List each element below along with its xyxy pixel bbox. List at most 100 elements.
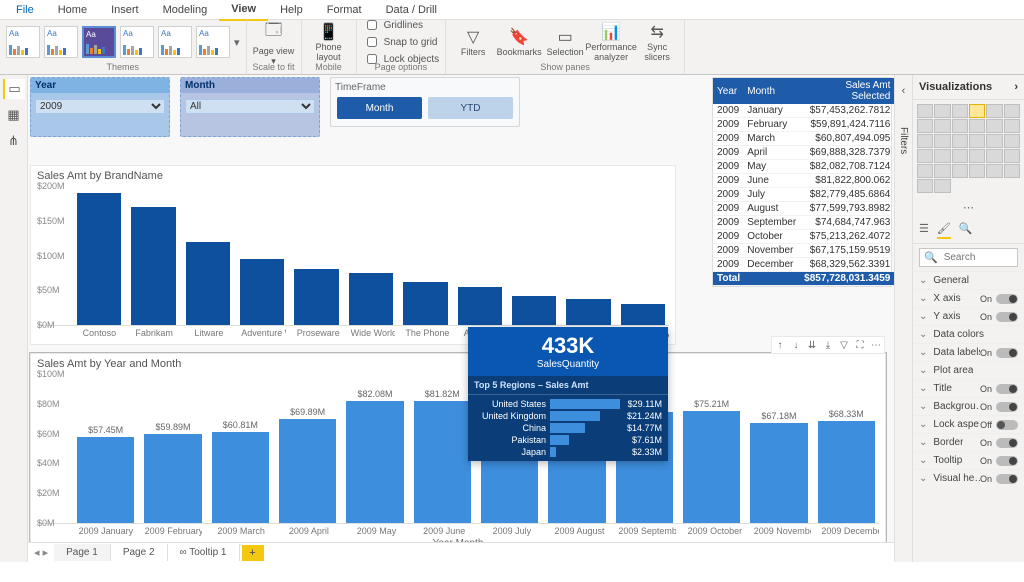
format-group[interactable]: ⌄General [913,271,1024,289]
chart-year-month[interactable]: ↑ ↓ ⇊ ⤓ ▽ ⛶ ⋯ Sales Amt by Year and Mont… [30,353,886,553]
phone-layout-button[interactable]: 📱Phone layout [308,22,350,62]
data-view-icon[interactable]: ▦ [3,105,25,125]
tab-view[interactable]: View [219,0,268,21]
format-group[interactable]: ⌄Backgrou…On [913,397,1024,415]
table-row[interactable]: 2009February$59,891,424.7116 [713,118,894,132]
bar[interactable] [294,269,338,325]
fields-tab-icon[interactable]: ☰ [919,222,929,239]
table-row[interactable]: 2009October$75,213,262.4072 [713,230,894,244]
table-row[interactable]: 2009June$81,822,800.062 [713,174,894,188]
bar[interactable] [512,296,556,325]
bar[interactable]: $67.18M [750,423,807,523]
bar[interactable] [240,259,284,325]
bookmarks-pane-button[interactable]: 🔖Bookmarks [498,22,540,62]
table-row[interactable]: 2009December$68,329,562.3391 [713,258,894,272]
viz-type-icon[interactable] [934,164,950,178]
viz-type-icon[interactable] [986,134,1002,148]
theme-swatch-selected[interactable]: Aa [82,26,116,58]
tab-home[interactable]: Home [46,0,99,20]
table-row[interactable]: 2009January$57,453,262.7812 [713,104,894,118]
report-canvas[interactable]: Year 2009 Month All TimeFrame Month YTD … [28,75,894,562]
bar[interactable]: $57.45M [77,437,134,523]
viz-type-icon[interactable] [986,149,1002,163]
bar[interactable] [349,273,393,325]
timeframe-ytd-button[interactable]: YTD [428,97,513,119]
filter-icon[interactable]: ▽ [837,338,851,352]
viz-type-icon[interactable] [986,119,1002,133]
viz-type-icon[interactable] [969,164,985,178]
col-year[interactable]: Year [713,78,743,104]
timeframe-selector[interactable]: TimeFrame Month YTD [330,77,520,127]
analytics-tab-icon[interactable]: 🔍 [959,222,973,239]
viz-type-icon[interactable] [917,119,933,133]
format-group[interactable]: ⌄TitleOn [913,379,1024,397]
theme-swatch[interactable]: Aa [44,26,78,58]
table-row[interactable]: 2009August$77,599,793.8982 [713,202,894,216]
expand-filters-icon[interactable]: ‹ [902,85,906,97]
slicer-month-select[interactable]: All [185,99,315,114]
table-row[interactable]: 2009November$67,175,159.9519 [713,244,894,258]
table-row[interactable]: 2009March$60,807,494.095 [713,132,894,146]
viz-type-icon[interactable] [934,104,950,118]
tab-file[interactable]: File [4,0,46,20]
tab-modeling[interactable]: Modeling [151,0,220,20]
format-tab-icon[interactable]: 🖌 [937,222,951,239]
bar[interactable] [186,242,230,325]
add-page-button[interactable]: + [242,545,264,561]
format-group[interactable]: ⌄Plot area [913,361,1024,379]
viz-type-icon[interactable] [969,104,985,118]
viz-type-icon[interactable] [1004,164,1020,178]
format-group[interactable]: ⌄BorderOn [913,433,1024,451]
viz-type-icon[interactable] [934,179,950,193]
drill-through-icon[interactable]: ⤓ [821,338,835,352]
format-group[interactable]: ⌄X axisOn [913,289,1024,307]
bar[interactable]: $75.21M [683,411,740,523]
viz-type-icon[interactable] [1004,149,1020,163]
bar[interactable] [566,299,610,325]
viz-type-icon[interactable] [917,104,933,118]
selection-pane-button[interactable]: ▭Selection [544,22,586,62]
viz-type-icon[interactable] [952,119,968,133]
slicer-year[interactable]: Year 2009 [30,77,170,137]
filters-pane-button[interactable]: ▽Filters [452,22,494,62]
bar[interactable]: $68.33M [818,421,875,523]
viz-type-icon[interactable] [934,119,950,133]
viz-type-icon[interactable] [969,119,985,133]
format-group[interactable]: ⌄Visual he…On [913,469,1024,487]
collapse-viz-pane-icon[interactable]: › [1014,81,1018,93]
viz-type-icon[interactable] [986,104,1002,118]
table-row[interactable]: 2009July$82,779,485.6864 [713,188,894,202]
format-group[interactable]: ⌄Data colors [913,325,1024,343]
bar[interactable] [458,287,502,325]
performance-analyzer-button[interactable]: 📊Performance analyzer [590,22,632,62]
expand-down-icon[interactable]: ⇊ [805,338,819,352]
model-view-icon[interactable]: ⋔ [3,131,25,151]
page-nav-prev-icon[interactable]: ◂ ▸ [28,546,54,559]
drill-down-icon[interactable]: ↓ [789,338,803,352]
table-row[interactable]: 2009May$82,082,708.7124 [713,160,894,174]
more-options-icon[interactable]: ⋯ [869,338,883,352]
bar[interactable] [621,304,665,325]
format-group[interactable]: ⌄Lock aspe…Off [913,415,1024,433]
bar[interactable]: $69.89M [279,419,336,523]
tab-insert[interactable]: Insert [99,0,151,20]
bar[interactable] [131,207,175,325]
viz-type-icon[interactable] [917,179,933,193]
page-view-button[interactable]: 🗔Page view ▾ [253,22,295,62]
filters-pane-collapsed[interactable]: ‹ Filters [894,75,912,562]
viz-type-icon[interactable] [934,134,950,148]
format-search[interactable]: 🔍 [919,248,1018,267]
search-input[interactable] [942,251,1013,264]
bar[interactable] [77,193,121,325]
chart-brandname[interactable]: Sales Amt by BrandName $0M$50M$100M$150M… [30,165,676,345]
viz-type-icon[interactable] [952,104,968,118]
table-row[interactable]: 2009September$74,684,747.963 [713,216,894,230]
theme-swatch[interactable]: Aa [158,26,192,58]
viz-type-icon[interactable] [917,164,933,178]
viz-type-icon[interactable] [952,134,968,148]
viz-type-icon[interactable] [1004,104,1020,118]
slicer-month[interactable]: Month All [180,77,320,137]
theme-swatch[interactable]: Aa [120,26,154,58]
format-group[interactable]: ⌄Data labelsOn [913,343,1024,361]
theme-more-icon[interactable]: ▾ [234,36,240,49]
